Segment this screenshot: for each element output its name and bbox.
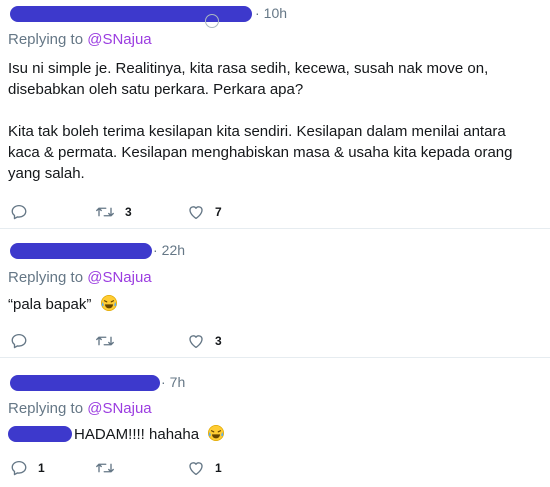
- retweet-icon: [96, 207, 114, 217]
- timestamp[interactable]: · 10h: [255, 5, 287, 21]
- like-button[interactable]: 3: [187, 330, 222, 352]
- replying-to: Replying to @SNajua: [8, 269, 152, 286]
- redacted-username: [10, 375, 160, 391]
- retweet-icon: [96, 336, 114, 346]
- tears-of-joy-emoji-icon: [208, 424, 225, 442]
- heart-icon: [189, 462, 203, 476]
- replying-to: Replying to @SNajua: [8, 31, 152, 48]
- like-count: 1: [215, 461, 222, 475]
- like-count: 3: [215, 334, 222, 348]
- tweet-2[interactable]: · 22h Replying to @SNajua “pala bapak” 3: [0, 229, 550, 356]
- heart-icon: [189, 206, 203, 220]
- reply-icon: [11, 333, 27, 349]
- redacted-mention: [8, 426, 72, 442]
- retweet-button[interactable]: [95, 330, 125, 352]
- reply-button[interactable]: [10, 201, 38, 223]
- replying-handle-link[interactable]: @SNajua: [87, 400, 151, 417]
- retweet-button[interactable]: 3: [95, 201, 132, 223]
- timestamp[interactable]: · 22h: [153, 242, 185, 258]
- redacted-username: [10, 243, 152, 259]
- timestamp[interactable]: · 7h: [161, 374, 185, 390]
- tweet-1[interactable]: · 10h Replying to @SNajua Isu ni simple j…: [0, 0, 550, 228]
- heart-icon: [189, 335, 203, 349]
- avatar-overlap-icon: [205, 14, 219, 28]
- tweet-text: Isu ni simple je. Realitinya, kita rasa …: [8, 60, 513, 182]
- like-button[interactable]: 1: [187, 457, 222, 479]
- retweet-button[interactable]: [95, 457, 125, 479]
- tweet-actions: 3: [0, 330, 550, 352]
- like-count: 7: [215, 205, 222, 219]
- retweet-count: 3: [125, 205, 132, 219]
- like-button[interactable]: 7: [187, 201, 222, 223]
- tweet-3[interactable]: · 7h Replying to @SNajua HADAM!!!! hahaha…: [0, 358, 550, 487]
- reply-icon: [11, 204, 27, 220]
- reply-icon: [11, 460, 27, 476]
- tears-of-joy-emoji-icon: [100, 294, 117, 312]
- tweet-actions: 1 1: [0, 457, 550, 479]
- reply-button[interactable]: 1: [10, 457, 45, 479]
- tweet-actions: 3 7: [0, 201, 550, 223]
- retweet-icon: [96, 463, 114, 473]
- tweet-text: “pala bapak”: [8, 294, 538, 315]
- replying-handle-link[interactable]: @SNajua: [87, 269, 151, 286]
- replying-to: Replying to @SNajua: [8, 400, 152, 417]
- replying-handle-link[interactable]: @SNajua: [87, 31, 151, 48]
- reply-count: 1: [38, 461, 45, 475]
- tweet-text: HADAM!!!! hahaha: [74, 424, 534, 445]
- reply-button[interactable]: [10, 330, 38, 352]
